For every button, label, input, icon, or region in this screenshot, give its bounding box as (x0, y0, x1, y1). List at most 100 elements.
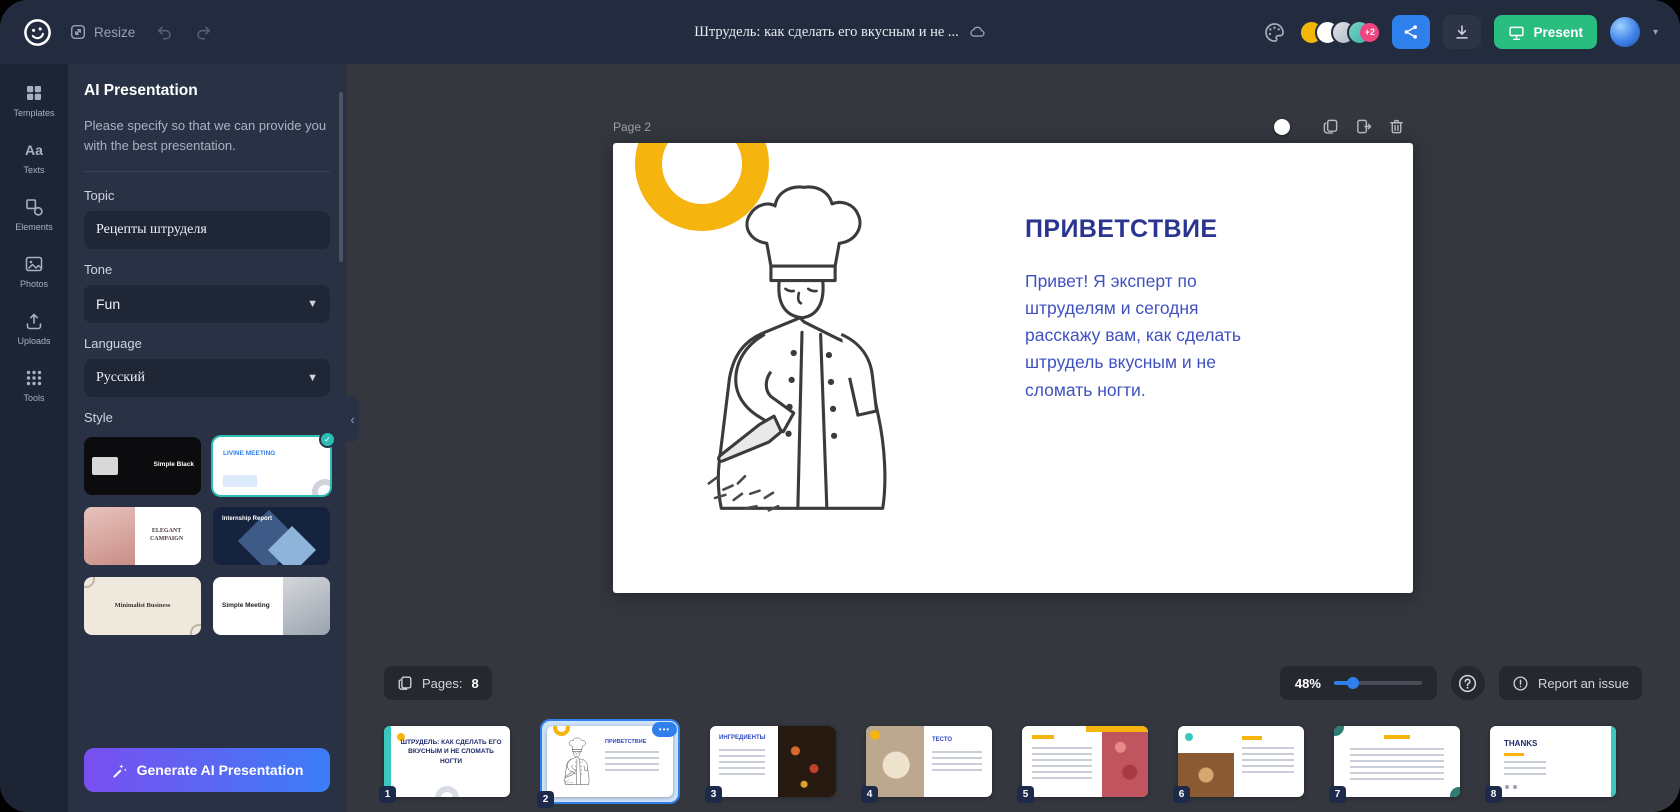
zoom-control: 48% (1279, 666, 1437, 700)
exclamation-icon (1513, 675, 1528, 691)
thumbnail-title: ИНГРЕДИЕНТЫ (719, 734, 766, 741)
download-icon (1456, 25, 1469, 39)
slide-thumbnail-6[interactable]: 6 (1173, 725, 1304, 803)
tone-label: Tone (84, 262, 113, 277)
slide-heading[interactable]: ПРИВЕТСТВИЕ (1025, 215, 1263, 244)
pages-icon (398, 676, 412, 690)
slide-thumbnail-4[interactable]: ТЕСТО 4 (861, 725, 992, 803)
page-filmstrip: ШТРУДЕЛЬ: КАК СДЕЛАТЬ ЕГО ВКУСНЫМ И НЕ С… (346, 708, 1680, 812)
more-colors-badge[interactable]: +2 (1360, 22, 1380, 42)
page-number-badge: 5 (1017, 785, 1034, 803)
templates-icon (27, 86, 41, 100)
left-icon-rail: Templates Aa Texts Elements Photos Uploa… (0, 64, 68, 812)
slide-thumbnail-7[interactable]: 7 (1329, 725, 1460, 803)
account-chevron-down-icon[interactable]: ▾ (1653, 27, 1658, 38)
style-option-minimalist-business[interactable]: Minimalist Business (84, 577, 201, 635)
report-issue-button[interactable]: Report an issue (1498, 666, 1642, 700)
thumbnail-more-menu[interactable]: ••• (652, 721, 677, 737)
generate-ai-presentation-button[interactable]: Generate AI Presentation (84, 748, 330, 792)
slide-text-block: ПРИВЕТСТВИЕ Привет! Я эксперт по штрудел… (1025, 215, 1263, 404)
undo-button[interactable] (155, 23, 174, 42)
zoom-slider-knob[interactable] (1346, 677, 1359, 689)
present-icon (1509, 26, 1525, 40)
pages-label: Pages: (422, 675, 463, 691)
style-option-elegant-campaign[interactable]: ELEGANT CAMPAIGN (84, 507, 201, 565)
page-number-badge: 8 (1485, 785, 1502, 803)
tone-value: Fun (96, 296, 121, 312)
language-value: Русский (96, 370, 145, 385)
duplicate-page-button[interactable] (1322, 118, 1339, 135)
redo-icon (197, 25, 211, 40)
sidebar-item-templates[interactable]: Templates (0, 80, 68, 121)
document-title[interactable]: Штрудель: как сделать его вкусным и не .… (694, 24, 959, 41)
share-icon (1405, 25, 1418, 39)
slide-thumbnail-3[interactable]: ИНГРЕДИЕНТЫ 3 (705, 725, 836, 803)
panel-scrollbar[interactable] (339, 92, 343, 262)
trash-icon (1390, 119, 1403, 134)
panel-title: AI Presentation (84, 82, 198, 99)
sidebar-item-elements[interactable]: Elements (0, 194, 68, 235)
delete-page-button[interactable] (1388, 118, 1405, 135)
language-label: Language (84, 336, 142, 351)
style-option-simple-black[interactable]: Simple Black (84, 437, 201, 495)
thumbnail-title: ШТРУДЕЛЬ: КАК СДЕЛАТЬ ЕГО ВКУСНЫМ И НЕ С… (400, 738, 502, 766)
share-button[interactable] (1392, 15, 1431, 49)
page-number-badge: 7 (1329, 785, 1346, 803)
download-button[interactable] (1443, 15, 1482, 49)
chef-illustration[interactable] (649, 177, 955, 529)
slide-body-text[interactable]: Привет! Я эксперт по штруделям и сегодня… (1025, 268, 1263, 404)
sidebar-item-photos[interactable]: Photos (0, 251, 68, 292)
question-icon (1459, 674, 1477, 692)
resize-button[interactable]: Resize (69, 23, 135, 41)
topic-input[interactable] (84, 211, 330, 249)
chevron-down-icon: ▼ (307, 372, 318, 384)
slide-thumbnail-1[interactable]: ШТРУДЕЛЬ: КАК СДЕЛАТЬ ЕГО ВКУСНЫМ И НЕ С… (379, 725, 510, 803)
thumbnail-title: ПРИВЕТСТВИЕ (605, 738, 647, 745)
present-label: Present (1533, 24, 1583, 40)
panel-description: Please specify so that we can provide yo… (84, 116, 330, 172)
ai-presentation-panel: AI Presentation Please specify so that w… (68, 64, 346, 812)
pages-count: 8 (471, 675, 479, 691)
chevron-down-icon: ▼ (307, 298, 318, 310)
page-color-chip[interactable] (1274, 118, 1290, 135)
palette-button[interactable] (1263, 21, 1286, 44)
sidebar-item-uploads[interactable]: Uploads (0, 308, 68, 349)
selected-check-icon: ✓ (319, 431, 336, 448)
topic-label: Topic (84, 188, 115, 203)
pages-button[interactable]: Pages: 8 (384, 666, 492, 700)
tools-icon (26, 370, 42, 386)
tone-select[interactable]: Fun ▼ (84, 285, 330, 323)
cloud-sync-icon (969, 26, 985, 37)
slide-thumbnail-5[interactable]: 5 (1017, 725, 1148, 803)
slide-thumbnail-8[interactable]: THANKS 8 (1485, 725, 1616, 803)
move-page-button[interactable] (1355, 118, 1372, 135)
sidebar-item-tools[interactable]: Tools (0, 365, 68, 406)
help-button[interactable] (1450, 666, 1485, 700)
style-option-livine-meeting[interactable]: LIVINE MEETING ✓ (213, 431, 336, 495)
thumbnail-title: ТЕСТО (932, 736, 953, 743)
undo-icon (158, 25, 172, 40)
app-logo-icon[interactable] (19, 14, 56, 51)
magic-wand-icon (113, 763, 127, 778)
page-label: Page 2 (613, 119, 652, 134)
panel-collapse-button[interactable]: ‹ (346, 396, 359, 442)
thumbnail-title: THANKS (1504, 738, 1538, 748)
slide-thumbnail-2-selected[interactable]: ПРИВЕТСТВИЕ ••• 2 (537, 718, 680, 808)
uploads-icon (26, 313, 42, 330)
sidebar-item-texts[interactable]: Aa Texts (0, 137, 68, 178)
user-avatar[interactable] (1609, 17, 1640, 47)
style-option-simple-meeting[interactable]: Simple Meeting (213, 577, 330, 635)
bottom-controls-bar: Pages: 8 48% Report an issue (346, 658, 1680, 708)
document-color-swatches[interactable]: +2 (1299, 19, 1380, 45)
present-button[interactable]: Present (1494, 15, 1597, 49)
page-number-badge: 3 (705, 785, 722, 803)
language-select[interactable]: Русский ▼ (84, 359, 330, 397)
canvas-area: Page 2 ПРИВЕТСТВИЕ Привет! Я эксперт по … (346, 64, 1680, 658)
chef-illustration-mini (559, 733, 595, 791)
zoom-slider[interactable] (1333, 677, 1422, 689)
redo-button[interactable] (194, 23, 213, 42)
style-grid: Simple Black LIVINE MEETING ✓ ELEGANT CA… (84, 431, 336, 635)
zoom-value: 48% (1294, 675, 1321, 691)
slide-page-2[interactable]: ПРИВЕТСТВИЕ Привет! Я эксперт по штрудел… (613, 143, 1413, 593)
style-option-internship-report[interactable]: Internship Report (213, 507, 330, 565)
